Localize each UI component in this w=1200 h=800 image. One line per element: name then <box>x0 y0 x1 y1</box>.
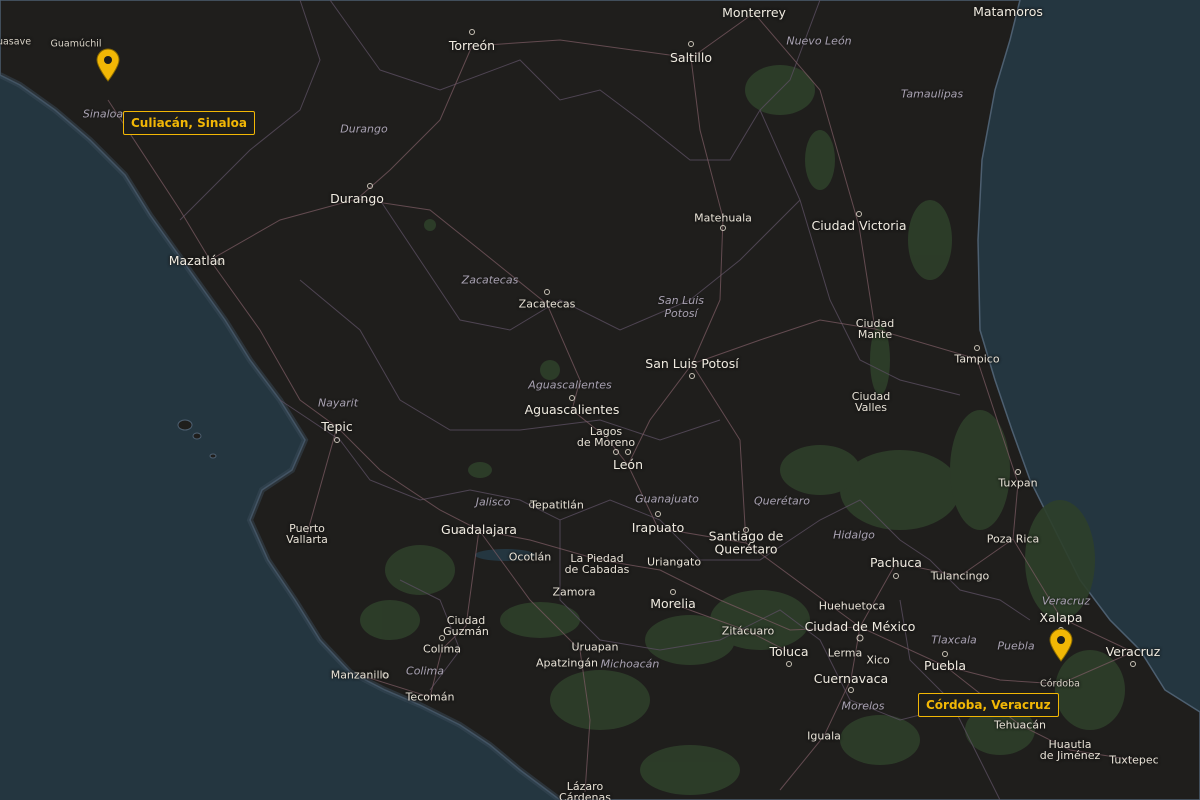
city-label: Poza Rica <box>986 532 1040 546</box>
city-label: Colima <box>423 642 461 656</box>
region-label: Querétaro <box>754 494 810 508</box>
city-label: Tulancingo <box>930 569 990 583</box>
city-label: Apatzingán <box>535 656 599 670</box>
region-label: Veracruz <box>1041 594 1091 608</box>
city-label: Lázaro Cárdenas <box>559 780 611 800</box>
city-label: Tuxpan <box>998 476 1038 490</box>
city-label: Manzanillo <box>330 668 390 682</box>
region-label: Nuevo León <box>786 34 852 48</box>
city-label: Ciudad Guzmán <box>443 614 489 638</box>
region-label: Michoacán <box>600 657 660 671</box>
region-label: Morelos <box>841 699 885 713</box>
city-label: Lagos de Moreno <box>576 425 636 449</box>
city-label: Santiago de Querétaro <box>708 528 784 556</box>
city-label: Veracruz <box>1105 643 1161 659</box>
city-label: León <box>612 456 644 472</box>
region-label: Hidalgo <box>833 528 875 542</box>
region-label: Tamaulipas <box>900 87 964 101</box>
city-label: Durango <box>330 190 384 206</box>
region-label: Zacatecas <box>461 273 519 287</box>
city-label: Tampico <box>954 352 1000 366</box>
city-label: Ciudad Victoria <box>811 217 907 233</box>
city-label: Tehuacán <box>993 718 1047 732</box>
city-label: Pachuca <box>870 554 922 570</box>
city-label: Guadalajara <box>441 521 517 537</box>
city-label: Tecomán <box>405 690 455 704</box>
location-callout[interactable]: Culiacán, Sinaloa <box>123 111 256 135</box>
region-label: Guanajuato <box>635 492 699 506</box>
city-label: Matamoros <box>973 3 1043 19</box>
city-label: Uriangato <box>646 555 702 569</box>
city-label: Monterrey <box>722 4 786 20</box>
city-label: Tepic <box>321 418 353 434</box>
region-label: Durango <box>340 122 388 136</box>
city-label: Puerto Vallarta <box>286 522 328 546</box>
city-label: Aguascalientes <box>524 401 620 417</box>
region-label: San Luis Potosí <box>657 294 705 320</box>
region-label: Aguascalientes <box>528 378 612 392</box>
map-pin-icon[interactable] <box>95 48 121 82</box>
city-label: La Piedad de Cabadas <box>564 552 630 576</box>
city-label: Ciudad Valles <box>851 390 891 414</box>
city-label: Iguala <box>807 729 841 743</box>
city-label: Ocotlán <box>508 550 552 564</box>
city-label: Córdoba <box>1040 678 1080 690</box>
city-label: Zacatecas <box>518 297 576 311</box>
city-label: Huehuetoca <box>818 599 886 613</box>
city-label: Ciudad Mante <box>855 317 895 341</box>
region-label: Nayarit <box>317 396 359 410</box>
city-label: Guamúchil <box>50 38 102 50</box>
city-label: Saltillo <box>669 49 713 65</box>
city-label: Puebla <box>924 657 966 673</box>
city-label: Xico <box>866 653 890 667</box>
region-label: Sinaloa <box>82 107 124 121</box>
city-label: Lerma <box>827 646 863 660</box>
city-label: Mazatlán <box>168 252 226 268</box>
city-label: uasave <box>0 36 32 48</box>
city-label: Zamora <box>552 585 596 599</box>
city-label: Tepatitlán <box>530 498 584 512</box>
city-label: Matehuala <box>694 211 752 225</box>
city-label: Irapuato <box>631 519 685 535</box>
city-label: Ciudad de México <box>804 618 916 634</box>
city-label: Toluca <box>769 643 809 659</box>
city-label: Xalapa <box>1039 609 1083 625</box>
city-label: San Luis Potosí <box>645 355 739 371</box>
region-label: Colima <box>406 664 444 678</box>
region-label: Tlaxcala <box>931 633 977 647</box>
map-pin-icon[interactable] <box>1048 628 1074 662</box>
city-label: Zitácuaro <box>721 624 775 638</box>
city-label: Tuxtepec <box>1109 753 1159 767</box>
city-label: Morelia <box>650 595 696 611</box>
city-label: Huautla de Jiménez <box>1039 738 1101 762</box>
region-label: Jalisco <box>475 495 511 509</box>
location-callout[interactable]: Córdoba, Veracruz <box>918 693 1059 717</box>
city-label: Uruapan <box>571 640 619 654</box>
map-view[interactable]: Nuevo León Tamaulipas Sinaloa Durango Zacate… <box>0 0 1200 800</box>
city-label: Cuernavaca <box>813 670 889 686</box>
region-label: Puebla <box>997 639 1035 653</box>
city-label: Torreón <box>448 37 496 53</box>
